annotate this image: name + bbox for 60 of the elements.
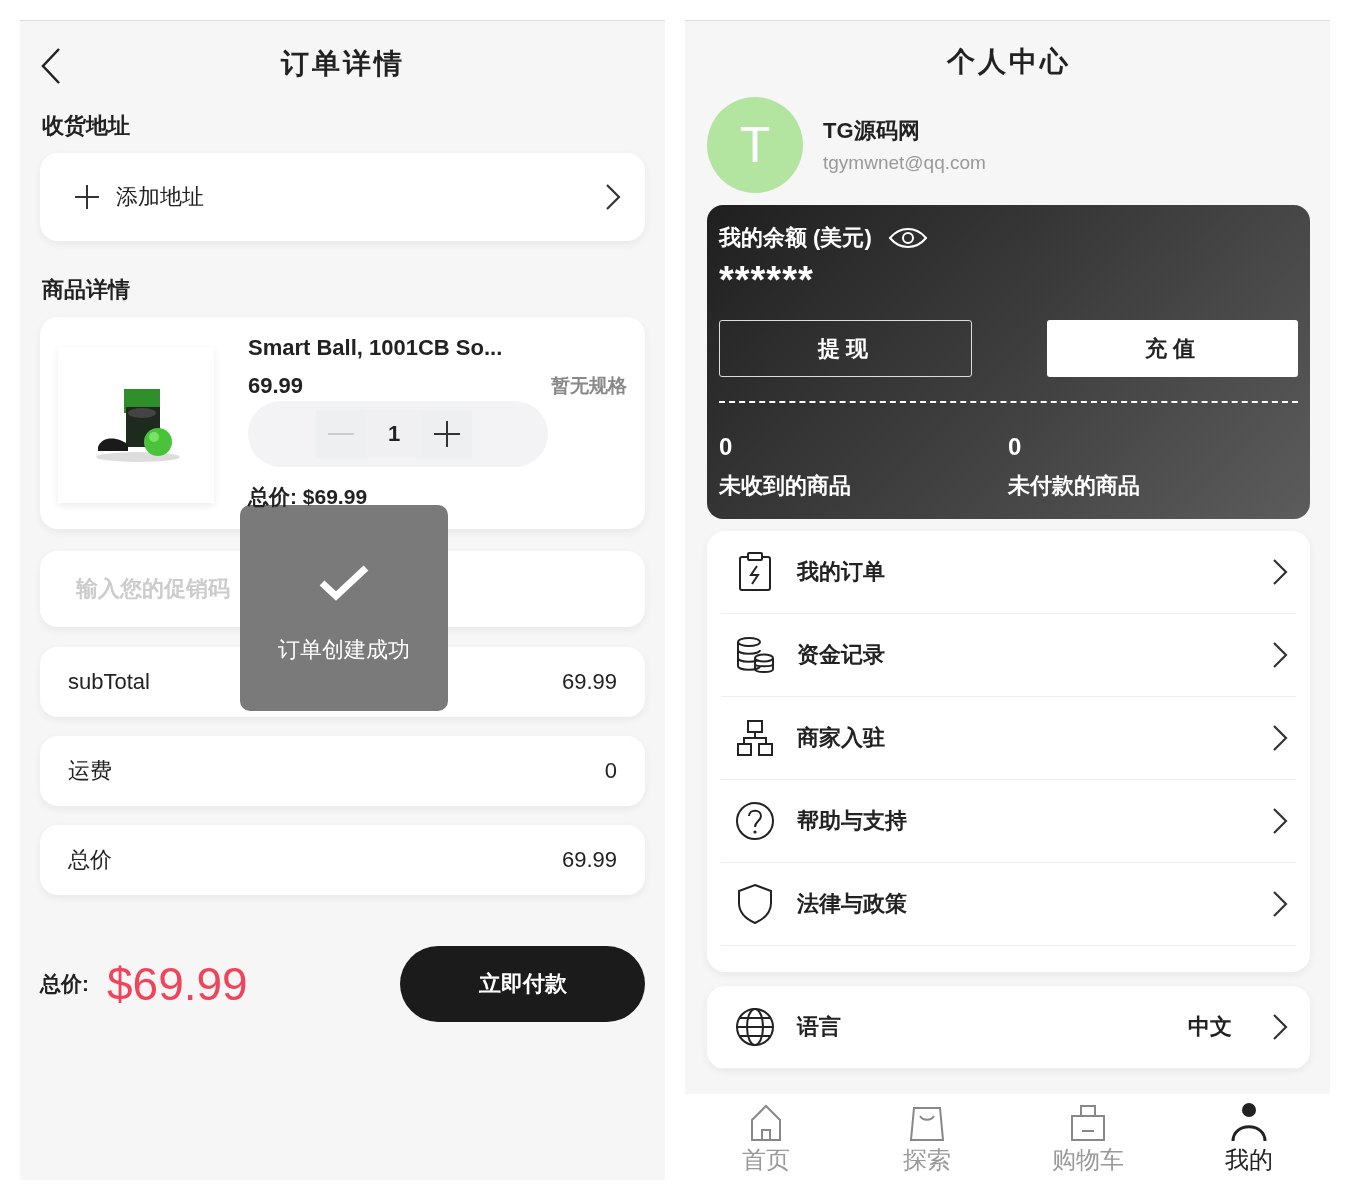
help-icon — [735, 801, 775, 841]
balance-label: 我的余额 (美元) — [719, 224, 872, 252]
total-amount: $69.99 — [107, 957, 249, 1011]
tab[interactable]: 我的 — [1168, 1094, 1330, 1180]
basket-icon — [1069, 1104, 1108, 1142]
settings-item[interactable]: 语言 中文 — [721, 986, 1296, 1069]
menu-item[interactable]: 我的订单 — [721, 531, 1296, 614]
withdraw-button[interactable]: 提现 — [719, 320, 972, 377]
stat-value: 0 — [719, 433, 734, 461]
user-name: TG源码网 — [823, 117, 921, 145]
page-title: 个人中心 — [945, 45, 1072, 79]
summary-label: 运费 — [68, 757, 112, 785]
add-address-button[interactable]: 添加地址 — [74, 182, 589, 212]
menu-item[interactable]: 资金记录 — [721, 614, 1296, 697]
section-label: 商品详情 — [42, 276, 131, 304]
person-icon — [1230, 1102, 1269, 1142]
avatar: T — [707, 97, 803, 193]
minus-icon — [328, 432, 354, 436]
user-email: tgymwnet@qq.com — [823, 152, 986, 174]
total-label: 总价: — [40, 971, 89, 997]
product-name: Smart Ball, 1001CB So... — [248, 335, 504, 361]
eye-icon[interactable] — [887, 226, 928, 250]
product-price: 69.99 — [248, 373, 304, 399]
plus-icon — [74, 184, 100, 210]
menu-item[interactable]: 帮助与支持 — [721, 780, 1296, 863]
shield-icon — [736, 883, 774, 925]
bag-icon — [908, 1106, 945, 1142]
section-label: 收货地址 — [42, 112, 131, 140]
summary-value: 69.99 — [561, 669, 617, 695]
balance-amount: ****** — [719, 259, 815, 302]
summary-value: 69.99 — [561, 847, 617, 873]
product-spec: 暂无规格 — [551, 374, 627, 398]
product-total: 总价: $69.99 — [248, 484, 369, 510]
toast-message: 订单创建成功 — [278, 636, 410, 664]
hierarchy-icon — [736, 719, 774, 757]
checkmark-icon — [318, 563, 370, 601]
chevron-right-icon — [1272, 724, 1288, 752]
pay-now-button[interactable]: 立即付款 — [400, 946, 645, 1022]
plus-icon — [434, 421, 460, 447]
summary-label: 总价 — [68, 846, 112, 874]
page-title: 订单详情 — [280, 47, 405, 81]
clipboard-icon — [737, 552, 773, 592]
globe-icon — [735, 1007, 775, 1047]
increase-button[interactable] — [422, 410, 472, 458]
stat-label: 未付款的商品 — [1008, 472, 1141, 500]
chevron-right-icon — [1272, 807, 1288, 835]
menu-item[interactable]: 商家入驻 — [721, 697, 1296, 780]
chevron-right-icon — [1272, 641, 1288, 669]
stat-label: 未收到的商品 — [719, 472, 852, 500]
chevron-right-icon — [1272, 1013, 1288, 1041]
coins-icon — [735, 636, 775, 674]
menu-item[interactable]: 法律与政策 — [721, 863, 1296, 946]
chevron-right-icon — [1272, 558, 1288, 586]
stat-value: 0 — [1008, 433, 1023, 461]
chevron-right-icon — [1272, 890, 1288, 918]
summary-label: subTotal — [68, 669, 150, 695]
chevron-right-icon — [605, 183, 621, 211]
home-icon — [749, 1104, 782, 1142]
summary-value: 0 — [604, 758, 617, 784]
recharge-button[interactable]: 充值 — [1047, 320, 1298, 377]
